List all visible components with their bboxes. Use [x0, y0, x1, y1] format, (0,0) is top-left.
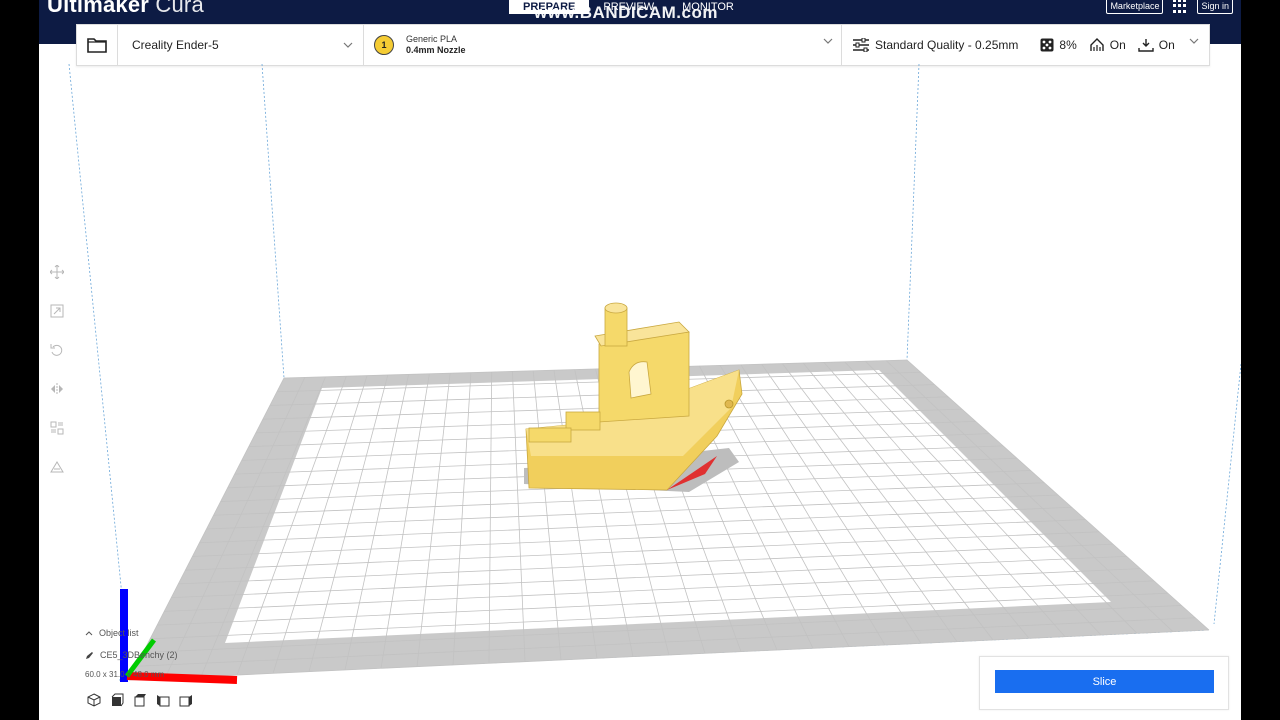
support-setting: On	[1089, 38, 1126, 52]
view-orientation-buttons	[87, 693, 193, 707]
chevron-down-icon	[823, 38, 833, 44]
profile-setting: Standard Quality - 0.25mm	[852, 38, 1018, 52]
view-right-icon[interactable]	[179, 693, 193, 707]
support-icon	[1090, 38, 1104, 51]
chevron-down-icon	[343, 42, 353, 48]
slice-button[interactable]: Slice	[995, 670, 1214, 693]
rotate-icon	[50, 344, 63, 356]
scale-icon	[50, 304, 64, 318]
infill-value: 8%	[1059, 38, 1077, 52]
chevron-down-icon	[1189, 38, 1199, 44]
header-actions: Marketplace Sign in	[1106, 0, 1233, 14]
app-brand: Ultimaker Cura	[47, 0, 204, 18]
rotate-tool[interactable]	[47, 340, 67, 360]
object-list-panel: Object list CE5_3DBenchy (2)	[85, 626, 178, 670]
view-left-icon[interactable]	[156, 693, 170, 707]
support-blocker-tool[interactable]	[47, 457, 67, 477]
recorder-watermark: www.BANDICAM.com	[534, 3, 718, 22]
adhesion-value: On	[1158, 38, 1175, 52]
marketplace-button[interactable]: Marketplace	[1106, 0, 1164, 14]
infill-icon	[1040, 38, 1054, 52]
folder-icon	[87, 38, 107, 53]
cura-window: Ultimaker Cura PREPARE PREVIEW MONITOR w…	[39, 0, 1241, 720]
mirror-icon	[51, 383, 63, 395]
action-panel: Slice	[979, 656, 1229, 710]
adhesion-setting: On	[1138, 38, 1175, 52]
per-model-settings-icon	[50, 421, 64, 435]
per-model-settings-tool[interactable]	[47, 418, 67, 438]
material-info: Generic PLA 0.4mm Nozzle	[406, 34, 466, 56]
view-3d-icon[interactable]	[87, 693, 101, 707]
view-top-icon[interactable]	[133, 693, 147, 707]
object-list-toggle[interactable]: Object list	[85, 626, 178, 640]
main-toolbar: Creality Ender-5 1 Generic PLA 0.4mm Noz…	[76, 24, 1210, 66]
move-tool[interactable]	[47, 262, 67, 282]
printer-name: Creality Ender-5	[132, 38, 219, 52]
object-dimensions: 60.0 x 31.0 x 48.0 mm	[85, 670, 165, 679]
infill-setting: 8%	[1040, 38, 1077, 52]
chevron-up-icon	[85, 630, 93, 635]
open-file-button[interactable]	[77, 25, 118, 65]
build-volume-viewport[interactable]	[39, 64, 1241, 720]
mirror-tool[interactable]	[47, 379, 67, 399]
scale-tool[interactable]	[47, 301, 67, 321]
sign-in-button[interactable]: Sign in	[1197, 0, 1233, 14]
printer-selector[interactable]: Creality Ender-5	[126, 25, 364, 65]
apps-grid-icon[interactable]	[1173, 0, 1187, 13]
print-settings-selector[interactable]: Standard Quality - 0.25mm 8% On On	[842, 25, 1209, 65]
sliders-icon	[853, 38, 869, 52]
brand-name: Ultimaker	[47, 0, 150, 17]
nozzle-size: 0.4mm Nozzle	[406, 45, 466, 55]
support-blocker-icon	[50, 461, 64, 473]
material-name: Generic PLA	[406, 34, 458, 44]
brand-product: Cura	[155, 0, 204, 17]
object-name: CE5_3DBenchy (2)	[100, 650, 178, 660]
move-icon	[50, 265, 64, 279]
object-list-item[interactable]: CE5_3DBenchy (2)	[85, 648, 178, 662]
object-list-header: Object list	[99, 628, 139, 638]
extruder-badge: 1	[374, 35, 394, 55]
support-value: On	[1109, 38, 1126, 52]
adhesion-icon	[1138, 39, 1154, 52]
pencil-icon	[86, 651, 93, 659]
view-front-icon[interactable]	[110, 693, 124, 707]
tool-panel	[47, 262, 67, 496]
material-selector[interactable]: 1 Generic PLA 0.4mm Nozzle	[364, 25, 842, 65]
profile-label: Standard Quality - 0.25mm	[875, 38, 1019, 52]
